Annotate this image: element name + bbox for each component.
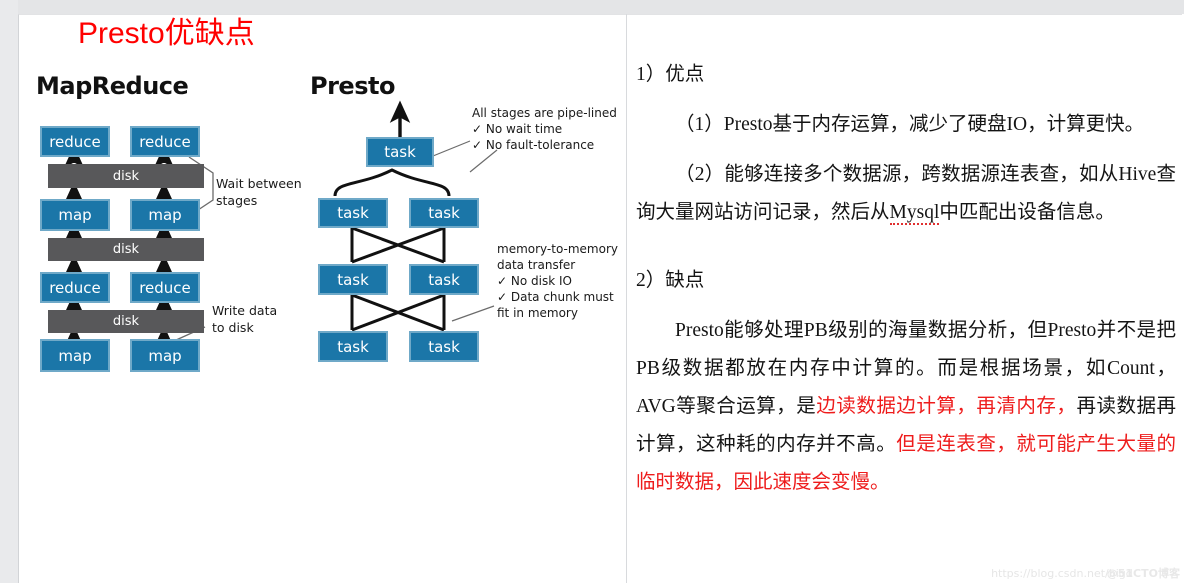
presto-task-s3-left: task (318, 264, 388, 295)
section2-heading: 2）缺点 (636, 270, 705, 291)
mapreduce-node-reduce-2: reduce (130, 126, 200, 157)
slide-page: Presto优缺点 MapReduce Presto reduce reduce… (0, 0, 1184, 583)
watermark: https://blog.csdn.net/bigd@51CTO博客 (991, 565, 1180, 581)
section2-paragraph: Presto能够处理PB级别的海量数据分析，但Presto并不是把PB级数据都放… (636, 312, 1176, 502)
spellcheck-word-mysql: Mysql (889, 202, 940, 225)
presto-task-s3-right: task (409, 264, 479, 295)
content-column: 1）优点 （1）Presto基于内存运算，减少了硬盘IO，计算更快。 （2）能够… (636, 56, 1176, 514)
section2-text-red-1: 边读数据边计算，再清内存， (816, 396, 1077, 417)
presto-annotation-memory: memory-to-memory data transfer ✓ No disk… (497, 242, 618, 320)
column-divider (626, 14, 627, 583)
presto-task-s2-left: task (318, 198, 388, 228)
mapreduce-node-map-3: map (40, 339, 110, 372)
mapreduce-annotation-wait: Wait between stages (216, 176, 302, 208)
section1-item2-part-b: 中匹配出设备信息。 (939, 202, 1115, 223)
mapreduce-heading: MapReduce (36, 72, 189, 100)
presto-heading: Presto (310, 72, 395, 100)
page-title: Presto优缺点 (78, 17, 255, 50)
section1-heading: 1）优点 (636, 64, 705, 85)
section1-item2: （2）能够连接多个数据源，跨数据源连表查，如从Hive查询大量网站访问记录，然后… (636, 156, 1176, 232)
mapreduce-node-reduce-4: reduce (130, 272, 200, 303)
presto-task-top: task (366, 137, 434, 167)
mapreduce-node-map-2: map (130, 199, 200, 231)
page-left-gutter (0, 0, 18, 583)
mapreduce-disk-2: disk (48, 238, 204, 261)
mapreduce-annotation-write: Write data to disk (212, 303, 278, 335)
section1-item1: （1）Presto基于内存运算，减少了硬盘IO，计算更快。 (675, 114, 1145, 135)
mapreduce-node-reduce-3: reduce (40, 272, 110, 303)
mapreduce-disk-3: disk (48, 310, 204, 333)
presto-task-s2-right: task (409, 198, 479, 228)
mapreduce-node-map-4: map (130, 339, 200, 372)
mapreduce-node-map-1: map (40, 199, 110, 231)
mapreduce-disk-1: disk (48, 164, 204, 188)
presto-task-s4-right: task (409, 331, 479, 362)
presto-task-s4-left: task (318, 331, 388, 362)
presto-annotation-pipelined: All stages are pipe-lined ✓ No wait time… (472, 106, 617, 152)
watermark-brand: @51CTO博客 (1106, 567, 1180, 580)
mapreduce-node-reduce-1: reduce (40, 126, 110, 157)
